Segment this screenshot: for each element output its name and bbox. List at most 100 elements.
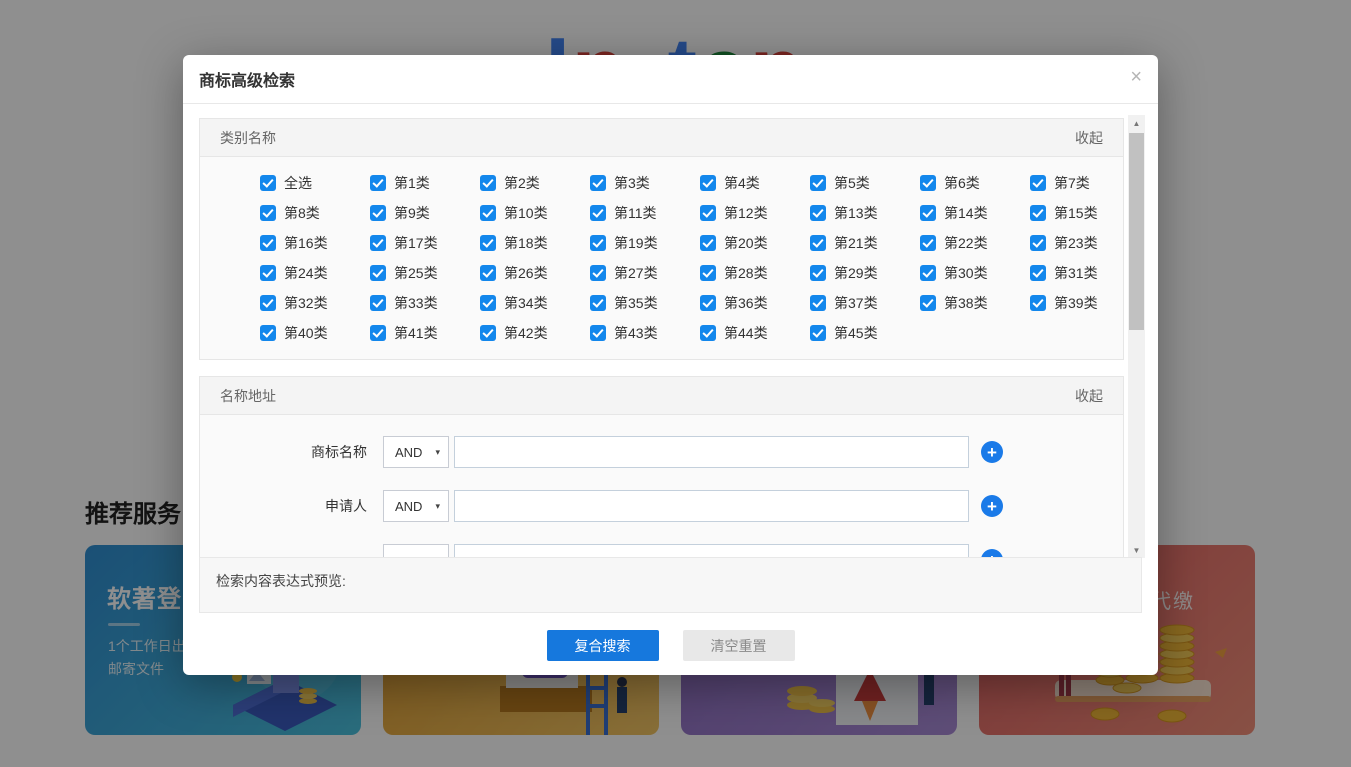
category-checkbox-item[interactable]: 第9类: [370, 203, 480, 223]
category-checkbox-item[interactable]: 第38类: [920, 293, 1030, 313]
checkbox-checked-icon[interactable]: [1030, 265, 1046, 281]
checkbox-checked-icon[interactable]: [810, 175, 826, 191]
checkbox-checked-icon[interactable]: [260, 235, 276, 251]
category-checkbox-item[interactable]: 第3类: [590, 173, 700, 193]
checkbox-checked-icon[interactable]: [810, 325, 826, 341]
checkbox-checked-icon[interactable]: [700, 295, 716, 311]
category-checkbox-item[interactable]: 第33类: [370, 293, 480, 313]
category-checkbox-item[interactable]: 第41类: [370, 323, 480, 343]
category-checkbox-item[interactable]: 第2类: [480, 173, 590, 193]
checkbox-checked-icon[interactable]: [700, 235, 716, 251]
category-checkbox-item[interactable]: 第42类: [480, 323, 590, 343]
checkbox-checked-icon[interactable]: [590, 235, 606, 251]
checkbox-checked-icon[interactable]: [1030, 295, 1046, 311]
checkbox-checked-icon[interactable]: [1030, 175, 1046, 191]
add-condition-button[interactable]: +: [981, 495, 1003, 517]
checkbox-checked-icon[interactable]: [810, 265, 826, 281]
scrollbar-down-arrow-icon[interactable]: ▼: [1128, 542, 1145, 558]
category-checkbox-item[interactable]: 第12类: [700, 203, 810, 223]
checkbox-checked-icon[interactable]: [480, 325, 496, 341]
category-checkbox-item[interactable]: 第5类: [810, 173, 920, 193]
checkbox-checked-icon[interactable]: [920, 295, 936, 311]
checkbox-checked-icon[interactable]: [260, 325, 276, 341]
category-checkbox-item[interactable]: 第8类: [260, 203, 370, 223]
search-term-input[interactable]: [454, 544, 969, 557]
checkbox-checked-icon[interactable]: [260, 175, 276, 191]
category-checkbox-item[interactable]: 第21类: [810, 233, 920, 253]
operator-select[interactable]: AND▾: [383, 490, 449, 522]
search-term-input[interactable]: [454, 490, 969, 522]
checkbox-checked-icon[interactable]: [1030, 205, 1046, 221]
add-condition-button[interactable]: +: [981, 549, 1003, 557]
checkbox-checked-icon[interactable]: [700, 265, 716, 281]
checkbox-checked-icon[interactable]: [370, 265, 386, 281]
add-condition-button[interactable]: +: [981, 441, 1003, 463]
category-checkbox-item[interactable]: 第7类: [1030, 173, 1140, 193]
category-checkbox-item[interactable]: 第44类: [700, 323, 810, 343]
checkbox-checked-icon[interactable]: [700, 325, 716, 341]
checkbox-checked-icon[interactable]: [590, 205, 606, 221]
category-checkbox-item[interactable]: 第16类: [260, 233, 370, 253]
category-checkbox-item[interactable]: 第34类: [480, 293, 590, 313]
category-checkbox-item[interactable]: 第18类: [480, 233, 590, 253]
modal-scrollbar[interactable]: ▲ ▼: [1128, 115, 1145, 558]
composite-search-button[interactable]: 复合搜索: [547, 630, 659, 661]
category-collapse-link[interactable]: 收起: [1075, 128, 1103, 148]
category-checkbox-item[interactable]: 第37类: [810, 293, 920, 313]
operator-select[interactable]: [383, 544, 449, 557]
category-checkbox-item[interactable]: 第13类: [810, 203, 920, 223]
category-checkbox-item[interactable]: 第45类: [810, 323, 920, 343]
category-checkbox-item[interactable]: 第1类: [370, 173, 480, 193]
checkbox-checked-icon[interactable]: [810, 235, 826, 251]
category-checkbox-item[interactable]: 第15类: [1030, 203, 1140, 223]
category-checkbox-item[interactable]: 第39类: [1030, 293, 1140, 313]
checkbox-checked-icon[interactable]: [370, 295, 386, 311]
checkbox-checked-icon[interactable]: [700, 205, 716, 221]
checkbox-checked-icon[interactable]: [1030, 235, 1046, 251]
scrollbar-thumb[interactable]: [1129, 133, 1144, 330]
category-checkbox-item[interactable]: 第23类: [1030, 233, 1140, 253]
clear-reset-button[interactable]: 清空重置: [683, 630, 795, 661]
category-checkbox-item[interactable]: 第36类: [700, 293, 810, 313]
category-checkbox-item[interactable]: 第27类: [590, 263, 700, 283]
category-checkbox-item[interactable]: 第19类: [590, 233, 700, 253]
close-icon[interactable]: ×: [1130, 67, 1142, 87]
category-checkbox-item[interactable]: 第11类: [590, 203, 700, 223]
category-checkbox-item[interactable]: 第31类: [1030, 263, 1140, 283]
category-checkbox-item[interactable]: 第28类: [700, 263, 810, 283]
checkbox-checked-icon[interactable]: [590, 265, 606, 281]
checkbox-checked-icon[interactable]: [700, 175, 716, 191]
category-checkbox-item[interactable]: 第25类: [370, 263, 480, 283]
checkbox-checked-icon[interactable]: [810, 205, 826, 221]
category-checkbox-item[interactable]: 第10类: [480, 203, 590, 223]
checkbox-checked-icon[interactable]: [370, 175, 386, 191]
checkbox-checked-icon[interactable]: [920, 175, 936, 191]
checkbox-checked-icon[interactable]: [370, 235, 386, 251]
category-checkbox-item[interactable]: 第14类: [920, 203, 1030, 223]
category-checkbox-item[interactable]: 第29类: [810, 263, 920, 283]
checkbox-checked-icon[interactable]: [920, 235, 936, 251]
category-checkbox-item[interactable]: 全选: [260, 173, 370, 193]
checkbox-checked-icon[interactable]: [260, 295, 276, 311]
category-checkbox-item[interactable]: 第26类: [480, 263, 590, 283]
checkbox-checked-icon[interactable]: [260, 205, 276, 221]
checkbox-checked-icon[interactable]: [590, 175, 606, 191]
checkbox-checked-icon[interactable]: [590, 295, 606, 311]
checkbox-checked-icon[interactable]: [590, 325, 606, 341]
checkbox-checked-icon[interactable]: [480, 295, 496, 311]
category-checkbox-item[interactable]: 第6类: [920, 173, 1030, 193]
scrollbar-up-arrow-icon[interactable]: ▲: [1128, 115, 1145, 131]
category-checkbox-item[interactable]: 第32类: [260, 293, 370, 313]
checkbox-checked-icon[interactable]: [480, 265, 496, 281]
checkbox-checked-icon[interactable]: [920, 205, 936, 221]
search-term-input[interactable]: [454, 436, 969, 468]
category-checkbox-item[interactable]: 第4类: [700, 173, 810, 193]
checkbox-checked-icon[interactable]: [920, 265, 936, 281]
category-checkbox-item[interactable]: 第35类: [590, 293, 700, 313]
category-checkbox-item[interactable]: 第43类: [590, 323, 700, 343]
name-address-collapse-link[interactable]: 收起: [1075, 386, 1103, 406]
category-checkbox-item[interactable]: 第17类: [370, 233, 480, 253]
category-checkbox-item[interactable]: 第40类: [260, 323, 370, 343]
category-checkbox-item[interactable]: 第30类: [920, 263, 1030, 283]
operator-select[interactable]: AND▾: [383, 436, 449, 468]
